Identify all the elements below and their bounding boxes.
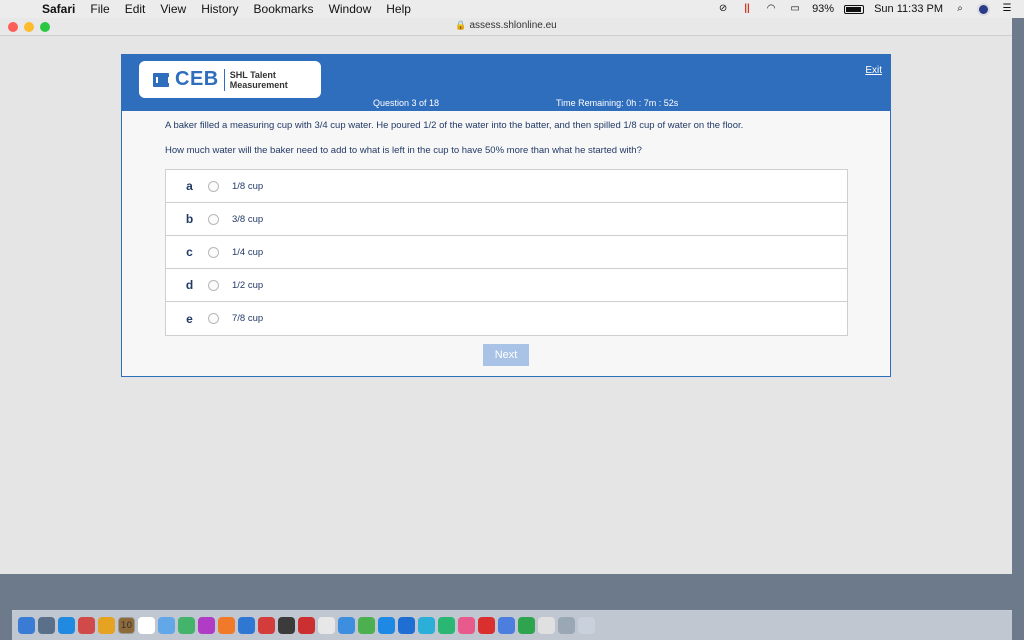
dock-app-icon[interactable] xyxy=(318,617,335,634)
battery-percent: 93% xyxy=(812,3,835,15)
spotlight-search-icon[interactable]: ⌕ xyxy=(953,3,967,15)
answer-option-c[interactable]: c 1/4 cup xyxy=(166,236,847,269)
option-label: 7/8 cup xyxy=(232,313,264,324)
lock-icon: 🔒 xyxy=(455,20,467,30)
airplay-icon[interactable]: ▭ xyxy=(788,3,802,15)
dock-app-icon[interactable] xyxy=(578,617,595,634)
dock-app-icon[interactable] xyxy=(558,617,575,634)
option-letter: d xyxy=(185,278,194,292)
menu-bookmarks[interactable]: Bookmarks xyxy=(254,0,314,18)
radio-button[interactable] xyxy=(208,313,219,324)
mac-dock: 10 xyxy=(12,610,1012,640)
battery-icon[interactable] xyxy=(844,4,865,14)
address-bar-url: assess.shlonline.eu xyxy=(469,20,557,31)
menu-clock[interactable]: Sun 11:33 PM xyxy=(874,3,943,15)
dock-app-icon[interactable] xyxy=(518,617,535,634)
radio-button[interactable] xyxy=(208,246,219,258)
dock-app-icon[interactable] xyxy=(238,617,255,634)
dock-app-icon[interactable] xyxy=(18,617,35,634)
parallels-icon[interactable]: || xyxy=(740,3,754,15)
logo-brand: CEB xyxy=(175,68,219,90)
option-label: 1/4 cup xyxy=(232,246,264,258)
menu-history[interactable]: History xyxy=(201,0,238,18)
dock-app-icon[interactable] xyxy=(358,617,375,634)
menu-window[interactable]: Window xyxy=(329,0,372,18)
vpn-status-icon[interactable]: ⊘ xyxy=(716,3,730,15)
option-label: 3/8 cup xyxy=(232,213,264,225)
answer-option-a[interactable]: a 1/8 cup xyxy=(166,170,847,203)
dock-app-icon[interactable] xyxy=(438,617,455,634)
dock-app-icon[interactable] xyxy=(398,617,415,634)
dock-app-icon[interactable] xyxy=(338,617,355,634)
dock-app-icon[interactable] xyxy=(418,617,435,634)
dock-app-icon[interactable] xyxy=(178,617,195,634)
logo-subtitle: SHL Talent Measurement xyxy=(230,70,288,90)
radio-button[interactable] xyxy=(208,180,219,192)
browser-window: 🔒 assess.shlonline.eu CEB SHL Talent Meas… xyxy=(0,18,1012,574)
answer-option-b[interactable]: b 3/8 cup xyxy=(166,203,847,236)
ceb-shl-logo: CEB SHL Talent Measurement xyxy=(139,61,321,98)
dock-app-icon[interactable] xyxy=(378,617,395,634)
logo-subtitle-line1: SHL Talent xyxy=(229,69,276,80)
question-counter: Question 3 of 18 xyxy=(373,98,440,108)
dock-app-icon[interactable] xyxy=(138,617,155,634)
time-remaining: Time Remaining: 0h : 7m : 52s xyxy=(556,98,679,108)
option-label: 1/2 cup xyxy=(232,279,264,291)
ceb-emblem-icon xyxy=(153,72,170,87)
option-label: 1/8 cup xyxy=(232,180,264,192)
next-button[interactable]: Next xyxy=(483,344,529,366)
address-bar[interactable]: 🔒 assess.shlonline.eu xyxy=(0,20,1012,31)
question-text-line2: How much water will the baker need to ad… xyxy=(165,145,642,156)
dock-app-icon[interactable] xyxy=(538,617,555,634)
radio-button[interactable] xyxy=(208,213,219,225)
web-content: CEB SHL Talent Measurement Exit Question… xyxy=(0,36,1012,574)
dock-app-icon[interactable] xyxy=(38,617,55,634)
dock-app-icon[interactable] xyxy=(158,617,175,634)
menu-file[interactable]: File xyxy=(90,0,109,18)
dock-app-icon[interactable] xyxy=(258,617,275,634)
answer-options: a 1/8 cup b 3/8 cup c 1/4 cup d 1/2 cup … xyxy=(165,169,848,336)
menu-status-area: ⊘ || ◠ ▭ 93% Sun 11:33 PM ⌕ ☰ xyxy=(716,0,1014,18)
menu-help[interactable]: Help xyxy=(386,0,411,18)
logo-divider xyxy=(223,68,225,91)
dock-app-icon[interactable] xyxy=(278,617,295,634)
dock-app-icon[interactable] xyxy=(498,617,515,634)
option-letter: a xyxy=(186,179,193,193)
dock-app-icon[interactable] xyxy=(78,617,95,634)
dock-app-icon[interactable] xyxy=(218,617,235,634)
calendar-dock-icon[interactable]: 10 xyxy=(118,617,135,634)
assessment-panel: CEB SHL Talent Measurement Exit Question… xyxy=(121,54,891,377)
browser-titlebar: 🔒 assess.shlonline.eu xyxy=(0,18,1012,36)
notification-center-icon[interactable]: ☰ xyxy=(1000,3,1014,15)
option-letter: b xyxy=(185,212,194,226)
exit-link[interactable]: Exit xyxy=(865,65,882,76)
assessment-header: CEB SHL Talent Measurement Exit Question… xyxy=(122,55,890,111)
siri-icon[interactable] xyxy=(977,2,990,16)
menu-edit[interactable]: Edit xyxy=(125,0,146,18)
option-letter: e xyxy=(186,311,193,326)
wifi-icon[interactable]: ◠ xyxy=(764,3,778,15)
dock-app-icon[interactable] xyxy=(298,617,315,634)
answer-option-e[interactable]: e 7/8 cup xyxy=(166,302,847,335)
radio-button[interactable] xyxy=(208,279,219,291)
dock-app-icon[interactable] xyxy=(58,617,75,634)
dock-app-icon[interactable] xyxy=(478,617,495,634)
logo-subtitle-line2: Measurement xyxy=(229,79,288,90)
battery-fill xyxy=(846,6,862,12)
dock-app-icon[interactable] xyxy=(458,617,475,634)
menu-app-name[interactable]: Safari xyxy=(42,0,75,18)
answer-option-d[interactable]: d 1/2 cup xyxy=(166,269,847,302)
mac-menu-bar: Safari File Edit View History Bookmarks … xyxy=(0,0,1024,18)
menu-view[interactable]: View xyxy=(160,0,186,18)
option-letter: c xyxy=(186,245,193,259)
dock-app-icon[interactable] xyxy=(98,617,115,634)
dock-app-icon[interactable] xyxy=(198,617,215,634)
question-text-line1: A baker filled a measuring cup with 3/4 … xyxy=(165,120,744,131)
